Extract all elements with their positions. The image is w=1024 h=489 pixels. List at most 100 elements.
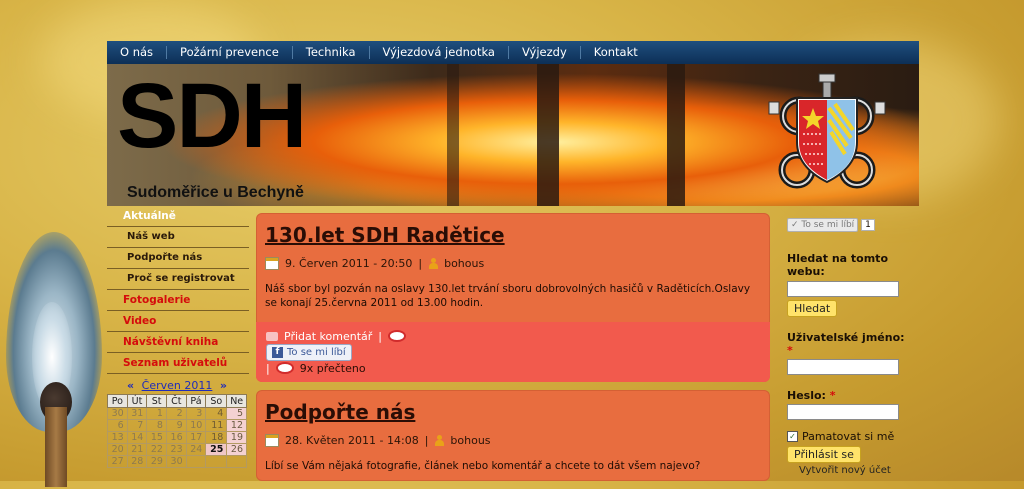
calendar-day: 2 [165,407,187,420]
calendar-widget: « Červen 2011 » Po Út St Čt Pá So Ne 30 [107,378,247,468]
create-account-link[interactable]: Vytvořit nový účet [787,465,917,476]
remember-me-checkbox[interactable]: ✓ [787,431,798,442]
calendar-day: 20 [107,443,128,456]
menu-aktualne[interactable]: Aktuálně [107,206,249,227]
nav-vyjezdy[interactable]: Výjezdy [509,46,581,59]
post-title[interactable]: Podpořte nás [265,400,760,424]
right-sidebar: ✓ To se mi líbí 1 Hledat na tomto webu: … [787,218,917,476]
search-button[interactable]: Hledat [787,300,838,317]
calendar-day: 9 [165,419,187,432]
calendar-day: 18 [205,431,228,444]
match-stick [45,407,67,487]
calendar-day: 27 [107,455,128,468]
nav-technika[interactable]: Technika [293,46,370,59]
calendar-day: 7 [126,419,148,432]
calendar-day: 19 [226,431,247,444]
post-article: Podpořte nás 28. Květen 2011 - 14:08 | b… [256,390,770,481]
facebook-icon: f [272,346,283,358]
calendar-day: 22 [146,443,167,456]
menu-fotogalerie[interactable]: Fotogalerie [107,290,249,311]
calendar-day-header: Čt [165,394,187,408]
calendar-next-button[interactable]: » [216,379,231,392]
post-date: 9. Červen 2011 - 20:50 [285,257,413,270]
left-sidebar-menu: Aktuálně Náš web Podpořte nás Proč se re… [107,206,249,374]
calendar-prev-button[interactable]: « [123,379,138,392]
search-input[interactable] [787,281,899,297]
calendar-day: 30 [107,407,128,420]
calendar-header: « Červen 2011 » [107,378,247,394]
menu-video[interactable]: Video [107,311,249,332]
menu-seznam-uzivatelu[interactable]: Seznam uživatelů [107,353,249,374]
calendar-day [185,455,207,468]
calendar-icon [265,257,279,270]
remember-me-label: Pamatovat si mě [802,430,895,443]
read-count: 9x přečteno [299,361,366,375]
calendar-month-link[interactable]: Červen 2011 [142,379,213,392]
post-author[interactable]: bohous [444,257,484,270]
calendar-day: 30 [165,455,187,468]
password-input[interactable] [787,404,899,420]
post-author[interactable]: bohous [450,434,490,447]
page-like-widget: ✓ To se mi líbí 1 [787,218,917,232]
calendar-day: 6 [107,419,128,432]
calendar-day: 14 [126,431,148,444]
post-meta: 9. Červen 2011 - 20:50 | bohous [265,257,760,270]
post-article: 130.let SDH Radětice 9. Červen 2011 - 20… [256,213,770,382]
menu-podporte-nas[interactable]: Podpořte nás [107,248,249,269]
site-title: SDH [117,65,307,167]
add-comment-link[interactable]: Přidat komentář [284,330,372,343]
post-title[interactable]: 130.let SDH Radětice [265,223,760,247]
post-date: 28. Květen 2011 - 14:08 [285,434,419,447]
password-label: Heslo: * [787,389,836,402]
calendar-day: 10 [185,419,207,432]
calendar-day: 31 [126,407,148,420]
menu-proc-se-registrovat[interactable]: Proč se registrovat [107,269,249,290]
page-container: O nás Požární prevence Technika Výjezdov… [107,41,919,481]
post-body: Náš sbor byl pozván na oslavy 130.let tr… [265,283,751,309]
top-navigation: O nás Požární prevence Technika Výjezdov… [107,41,919,64]
eye-icon [275,362,294,374]
calendar-day-header: St [146,394,167,408]
page-like-count: 1 [861,219,875,231]
main-content: 130.let SDH Radětice 9. Červen 2011 - 20… [256,213,770,489]
username-input[interactable] [787,359,899,375]
calendar-day: 21 [126,443,148,456]
nav-pozarni-prevence[interactable]: Požární prevence [167,46,293,59]
menu-navstevni-kniha[interactable]: Návštěvní kniha [107,332,249,353]
calendar-day: 28 [126,455,148,468]
eye-icon [388,330,407,342]
post-meta: 28. Květen 2011 - 14:08 | bohous [265,434,760,447]
calendar-day-today[interactable]: 25 [205,443,228,456]
calendar-day: 15 [146,431,167,444]
menu-nas-web[interactable]: Náš web [107,227,249,248]
calendar-day: 24 [185,443,207,456]
decorative-match-image [0,232,110,487]
login-button[interactable]: Přihlásit se [787,446,861,463]
comment-icon [266,331,278,341]
calendar-day-header: Ne [226,394,247,408]
nav-vyjezdova-jednotka[interactable]: Výjezdová jednotka [370,46,509,59]
coat-of-arms-emblem [768,73,886,189]
page-like-button[interactable]: ✓ To se mi líbí [787,218,859,232]
calendar-day-header: So [205,394,228,408]
user-icon [428,258,439,269]
nav-o-nas[interactable]: O nás [107,46,168,59]
calendar-day: 11 [205,419,228,432]
calendar-day: 12 [226,419,247,432]
calendar-day: 16 [165,431,187,444]
calendar-day [205,455,228,468]
username-label: Uživatelské jméno: * [787,331,905,357]
calendar-day: 23 [165,443,187,456]
calendar-day-header: Pá [185,394,207,408]
calendar-day: 8 [146,419,167,432]
calendar-day: 3 [185,407,207,420]
facebook-like-button[interactable]: f To se mi líbí [266,343,352,361]
nav-kontakt[interactable]: Kontakt [581,46,651,59]
calendar-day: 17 [185,431,207,444]
site-subtitle: Sudoměřice u Bechyně [127,184,304,201]
calendar-day [226,455,247,468]
user-icon [434,435,445,446]
header-banner: SDH Sudoměřice u Bechyně [107,64,919,206]
calendar-day: 5 [226,407,247,420]
post-actions: Přidat komentář | f To se mi líbí | 9x p… [256,322,770,382]
